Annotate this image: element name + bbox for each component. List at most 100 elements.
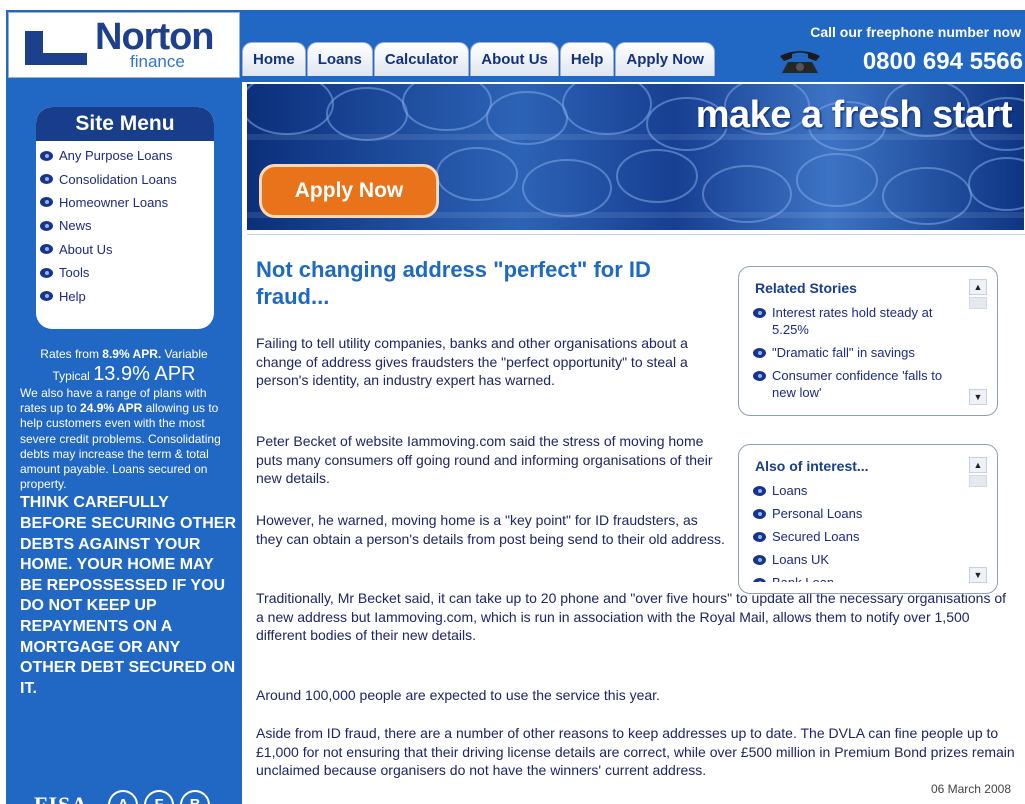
interest-link-label: Loans UK [772,552,830,567]
bullet-icon [753,578,766,582]
nav-tab-home[interactable]: Home [242,42,306,76]
scrollbar-thumb[interactable] [969,297,987,309]
rates-panel: Rates from 8.9% APR. Variable Typical 13… [6,346,242,699]
hero-banner: make a fresh start Apply Now [247,84,1024,230]
article-paragraph: Failing to tell utility companies, banks… [256,335,688,389]
menu-item-label: News [59,218,92,234]
related-story-link[interactable]: Consumer confidence 'falls to new low' [753,367,963,401]
typical-apr-value: 13.9% APR [93,363,196,385]
interest-link[interactable]: Secured Loans [753,528,963,545]
nav-tab-loans[interactable]: Loans [306,42,373,76]
freephone-number[interactable]: 0800 694 5566 [863,48,1023,76]
accreditation-badges: FISA A F B [34,790,211,804]
article-paragraph: Peter Becket of website Iammoving.com sa… [256,433,713,487]
site-menu-item-homeowner-loans[interactable]: Homeowner Loans [40,191,214,214]
nav-tab-apply-now[interactable]: Apply Now [615,42,715,76]
badge-b: B [180,790,211,804]
logo-wordmark: Norton [95,16,215,58]
logo[interactable]: Norton finance [8,12,240,78]
site-menu-item-news[interactable]: News [40,214,214,237]
site-menu-item-consolidation-loans[interactable]: Consolidation Loans [40,167,214,190]
article-paragraph: Aside from ID fraud, there are a number … [256,725,1015,779]
menu-item-label: Homeowner Loans [59,194,169,210]
nav-tab-about-us[interactable]: About Us [470,42,559,76]
badge-a: A [108,790,139,804]
scroll-up-arrow-icon[interactable]: ▲ [969,457,987,473]
also-of-interest-box: Also of interest... ▲ Loans Personal Loa… [738,444,998,594]
article-paragraph: Around 100,000 people are expected to us… [256,687,660,703]
site-menu-item-any-purpose-loans[interactable]: Any Purpose Loans [40,144,214,167]
rates-body-text: We also have a range of plans with rates… [6,386,242,492]
article-paragraph: However, he warned, moving home is a "ke… [256,512,725,547]
menu-item-label: Help [59,288,86,304]
related-story-label: "Dramatic fall" in savings [772,345,915,360]
bullet-icon [753,509,766,519]
scroll-down-arrow-icon[interactable]: ▼ [969,567,987,583]
interest-link-label: Loans [772,483,808,498]
banner-tagline: make a fresh start [695,94,1013,136]
interest-link[interactable]: Loans [753,482,963,499]
bullet-icon [40,150,53,161]
site-menu-title: Site Menu [36,107,214,141]
rates-max-value: 24.9% APR [80,401,143,416]
scrollbar-thumb[interactable] [969,475,987,487]
bullet-icon [40,220,53,231]
header: Home Loans Calculator About Us Help Appl… [242,10,1025,82]
site-menu-item-tools[interactable]: Tools [40,261,214,284]
article-title: Not changing address "perfect" for ID fr… [256,257,651,309]
fisa-logo: FISA [34,792,88,804]
related-stories-list: Interest rates hold steady at 5.25% "Dra… [753,304,963,407]
repossession-warning: THINK CAREFULLY BEFORE SECURING OTHER DE… [20,494,237,697]
menu-item-label: Any Purpose Loans [59,148,173,164]
site-menu: Site Menu Any Purpose Loans Consolidatio… [36,107,214,329]
related-story-label: Consumer confidence 'falls to new low' [772,368,943,400]
site-menu-item-about-us[interactable]: About Us [40,238,214,261]
also-of-interest-title: Also of interest... [755,458,869,474]
interest-link[interactable]: Personal Loans [753,505,963,522]
norton-logo-mark [25,29,87,65]
article-date: 06 March 2008 [930,782,1011,796]
badge-f: F [144,790,175,804]
interest-link-label: Bank Loan [772,574,834,582]
rates-prefix: Rates from [40,347,103,361]
bullet-icon [753,371,766,381]
menu-item-label: Tools [59,265,90,281]
interest-link-label: Secured Loans [772,529,860,544]
bullet-icon [753,486,766,496]
bullet-icon [753,308,766,318]
telephone-icon [780,51,820,73]
bullet-icon [40,244,53,255]
typical-label: Typical [52,369,94,383]
related-stories-box: Related Stories ▲ Interest rates hold st… [738,266,998,416]
bullet-icon [753,532,766,542]
freephone-caption: Call our freephone number now [810,24,1021,40]
nav-tab-calculator[interactable]: Calculator [373,42,470,76]
main-nav: Home Loans Calculator About Us Help Appl… [242,42,716,76]
rates-from-value: 8.9% APR. [102,347,162,361]
rates-from-line: Rates from 8.9% APR. Variable [6,346,242,362]
related-stories-title: Related Stories [755,280,857,296]
interest-link-label: Personal Loans [772,506,863,521]
left-sidebar: Norton finance Site Menu Any Purpose Loa… [6,10,242,804]
apply-now-button[interactable]: Apply Now [259,164,439,218]
scroll-up-arrow-icon[interactable]: ▲ [969,279,987,295]
content-divider [247,234,1025,235]
interest-link[interactable]: Bank Loan [753,574,963,582]
bullet-icon [753,555,766,565]
typical-apr-line: Typical 13.9% APR [6,362,242,388]
bullet-icon [40,267,53,278]
bullet-icon [40,197,53,208]
related-story-link[interactable]: "Dramatic fall" in savings [753,344,963,361]
menu-item-label: About Us [59,241,113,257]
bullet-icon [40,174,53,185]
site-menu-item-help[interactable]: Help [40,284,214,307]
bullet-icon [40,291,53,302]
site-menu-list: Any Purpose Loans Consolidation Loans Ho… [36,141,214,308]
logo-subtitle: finance [130,52,185,71]
related-story-label: Interest rates hold steady at 5.25% [772,305,933,337]
interest-link[interactable]: Loans UK [753,551,963,568]
related-story-link[interactable]: Interest rates hold steady at 5.25% [753,304,963,338]
also-of-interest-list: Loans Personal Loans Secured Loans Loans… [753,482,963,582]
nav-tab-help[interactable]: Help [559,42,615,76]
scroll-down-arrow-icon[interactable]: ▼ [969,389,987,405]
